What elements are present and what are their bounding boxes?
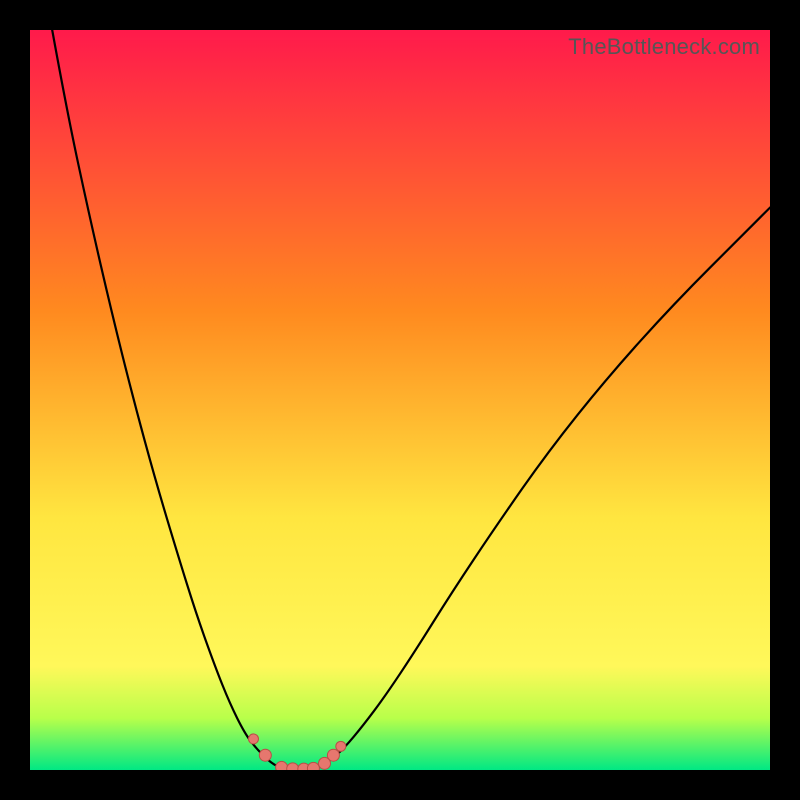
data-marker [287, 763, 299, 770]
marker-group [248, 734, 345, 770]
curve-layer [30, 30, 770, 770]
v-curve [52, 30, 770, 769]
data-marker [259, 749, 271, 761]
data-marker [248, 734, 258, 744]
outer-frame: TheBottleneck.com [0, 0, 800, 800]
data-marker [276, 761, 288, 770]
plot-area: TheBottleneck.com [30, 30, 770, 770]
data-marker [327, 749, 339, 761]
watermark-text: TheBottleneck.com [568, 34, 760, 60]
data-marker [336, 741, 346, 751]
data-marker [307, 762, 319, 770]
